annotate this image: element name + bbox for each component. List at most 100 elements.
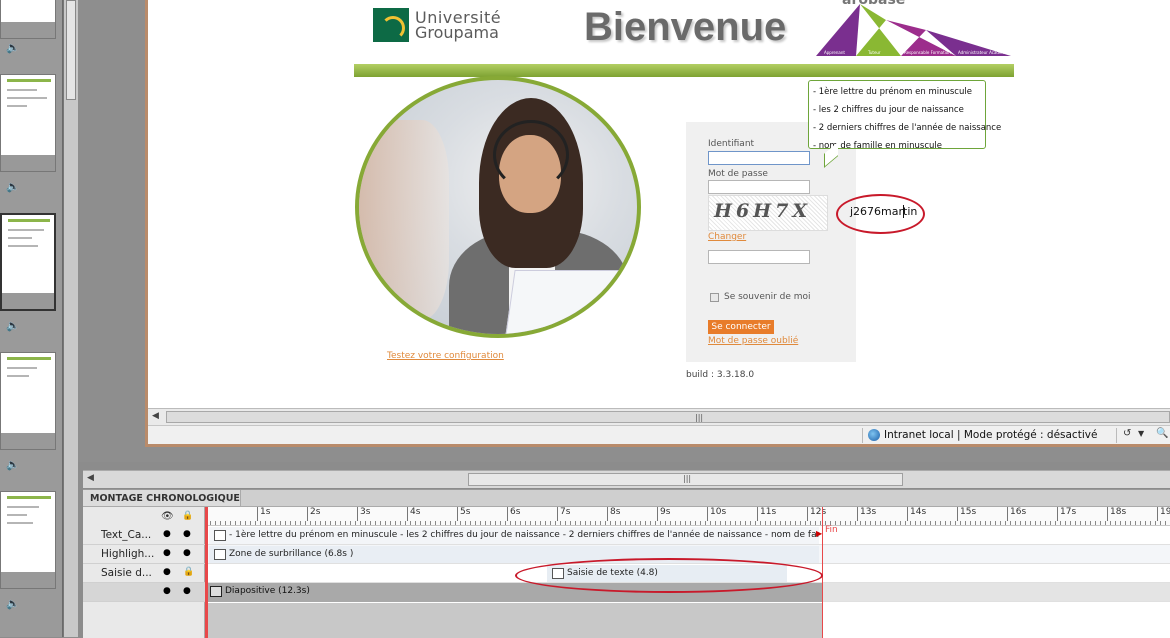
scroll-left-icon[interactable]: ◀ (152, 411, 159, 421)
captcha-image: H6H7X (708, 195, 828, 231)
pyramid-label-3: Administrateur Académie (958, 50, 1009, 55)
security-zone-status: Intranet local | Mode protégé : désactiv… (884, 429, 1098, 441)
lock-dot-icon[interactable]: ● (183, 548, 191, 558)
web-page: Université Groupama Bienvenue arobase Ap… (148, 0, 1170, 408)
layer-name: Saisie d... (101, 567, 152, 579)
universite-groupama-logo: Université Groupama (373, 8, 505, 44)
caption-item-label: - 1ère lettre du prénom en minuscule - l… (229, 530, 819, 540)
tab-timeline[interactable]: MONTAGE CHRONOLOGIQUE (83, 490, 241, 507)
hint-line: - 1ère lettre du prénom en minuscule (813, 87, 972, 97)
connect-button[interactable]: Se connecter (708, 320, 774, 334)
pyramid-label-1: Tuteur (867, 50, 881, 55)
visibility-dot-icon[interactable]: ● (163, 529, 171, 539)
hint-line: - les 2 chiffres du jour de naissance (813, 105, 964, 115)
highlight-box-icon (214, 549, 226, 560)
zoom-icon[interactable]: 🔍 (1156, 428, 1168, 439)
slide-thumbnail[interactable] (0, 74, 56, 172)
test-configuration-link[interactable]: Testez votre configuration (387, 351, 504, 361)
lock-icon[interactable]: 🔒 (183, 567, 194, 577)
pyramid-level-tuteur (856, 4, 901, 56)
ruler-tick: 13s (857, 507, 876, 521)
audio-icon: 🔈 (6, 180, 20, 193)
ruler-tick: 16s (1007, 507, 1026, 521)
layer-list: Text_Ca... ● ● Highligh... ● ● Saisie d.… (83, 507, 205, 638)
id-label: Identifiant (708, 139, 755, 149)
end-marker[interactable] (822, 507, 823, 638)
forgot-password-link[interactable]: Mot de passe oublié (708, 336, 798, 346)
lock-dot-icon[interactable]: ● (183, 529, 191, 539)
ruler-tick: 9s (657, 507, 670, 521)
call-center-photo (355, 76, 641, 338)
end-label: Fin (825, 525, 838, 535)
ruler-tick: 7s (557, 507, 570, 521)
slide-icon (210, 586, 222, 597)
roles-pyramid-graphic: Apprenant Tuteur Responsable Formation A… (816, 4, 1011, 56)
ruler-tick: 8s (607, 507, 620, 521)
filmstrip-panel: 🔈 🔈 🔈 🔈 🔈 (0, 0, 63, 637)
layer-row[interactable]: Saisie d... ● 🔒 (83, 564, 205, 583)
ruler-tick: 17s (1057, 507, 1076, 521)
ruler-tick: 18s (1107, 507, 1126, 521)
timeline-panel: MONTAGE CHRONOLOGIQUE Text_Ca... ● ● Hig… (83, 489, 1170, 638)
browser-horizontal-scrollbar[interactable]: ◀ ||| (148, 408, 1170, 425)
captcha-input[interactable] (708, 250, 810, 264)
slide-thumbnail[interactable] (0, 352, 56, 450)
id-input[interactable] (708, 151, 810, 165)
caption-timeline-item[interactable]: - 1ère lettre du prénom en minuscule - l… (209, 527, 819, 544)
scrollbar-grip[interactable]: ||| (683, 474, 691, 483)
headset-icon (493, 120, 569, 190)
time-ruler[interactable]: 1s 2s 3s 4s 5s 6s 7s 8s 9s 10s 11s 12s 1… (205, 507, 1170, 526)
groupama-logo-icon (373, 8, 409, 42)
password-input[interactable] (708, 180, 810, 194)
eye-icon[interactable]: 👁 (161, 511, 174, 522)
end-arrow-icon: ▶ (816, 529, 823, 538)
ruler-tick: 12s (807, 507, 826, 521)
page-title: Bienvenue (584, 5, 787, 49)
visibility-dot-icon[interactable]: ● (163, 567, 171, 577)
playhead[interactable] (205, 507, 208, 638)
ruler-tick: 11s (757, 507, 776, 521)
visibility-dot-icon[interactable]: ● (163, 548, 171, 558)
ruler-tick: 19s (1157, 507, 1170, 521)
timeline-tracks: 1s 2s 3s 4s 5s 6s 7s 8s 9s 10s 11s 12s 1… (205, 507, 1170, 638)
lock-icon[interactable]: 🔒 (182, 511, 193, 521)
password-hint-caption: - 1ère lettre du prénom en minuscule - l… (808, 80, 1001, 151)
highlight-item-label: Zone de surbrillance (6.8s ) (229, 549, 354, 559)
scroll-left-icon[interactable]: ◀ (87, 473, 94, 483)
chevron-down-icon[interactable]: ▼ (1138, 429, 1144, 438)
track-row: - 1ère lettre du prénom en minuscule - l… (205, 526, 1170, 545)
slide-thumbnail-selected[interactable] (0, 213, 56, 311)
slide-thumbnail[interactable] (0, 491, 56, 589)
hint-line: - nom de famille en minuscule (813, 141, 942, 151)
scrollbar-thumb[interactable] (66, 0, 76, 100)
audio-icon: 🔈 (6, 458, 20, 471)
filmstrip-scrollbar[interactable] (63, 0, 78, 637)
refresh-icon[interactable]: ↺ (1123, 428, 1131, 439)
pyramid-level-apprenant (816, 4, 860, 56)
red-annotation-ellipse (515, 558, 823, 593)
ruler-tick: 6s (507, 507, 520, 521)
ruler-tick: 14s (907, 507, 926, 521)
visibility-dot-icon[interactable]: ● (163, 586, 171, 596)
ruler-tick: 2s (307, 507, 320, 521)
empty-track-area (205, 603, 823, 638)
ruler-tick: 4s (407, 507, 420, 521)
slide-thumbnail[interactable] (0, 0, 56, 39)
ruler-tick: 3s (357, 507, 370, 521)
layer-name: Highligh... (101, 548, 155, 560)
lock-dot-icon[interactable]: ● (183, 586, 191, 596)
change-captcha-link[interactable]: Changer (708, 232, 746, 242)
remember-me-checkbox[interactable] (710, 293, 719, 302)
layer-row[interactable]: ● ● (83, 583, 205, 602)
layer-row[interactable]: Highligh... ● ● (83, 545, 205, 564)
slide-item-label: Diapositive (12.3s) (225, 586, 310, 596)
scrollbar-thumb[interactable]: ||| (468, 473, 903, 486)
build-version: build : 3.3.18.0 (686, 370, 755, 380)
red-annotation-ellipse (836, 194, 925, 234)
layer-row[interactable]: Text_Ca... ● ● (83, 526, 205, 545)
ruler-tick: 15s (957, 507, 976, 521)
pyramid-label-0: Apprenant (824, 50, 845, 55)
ruler-tick: 1s (257, 507, 270, 521)
scrollbar-grip[interactable]: ||| (695, 413, 703, 422)
stage-horizontal-scrollbar[interactable]: ◀ ||| (83, 470, 1170, 488)
